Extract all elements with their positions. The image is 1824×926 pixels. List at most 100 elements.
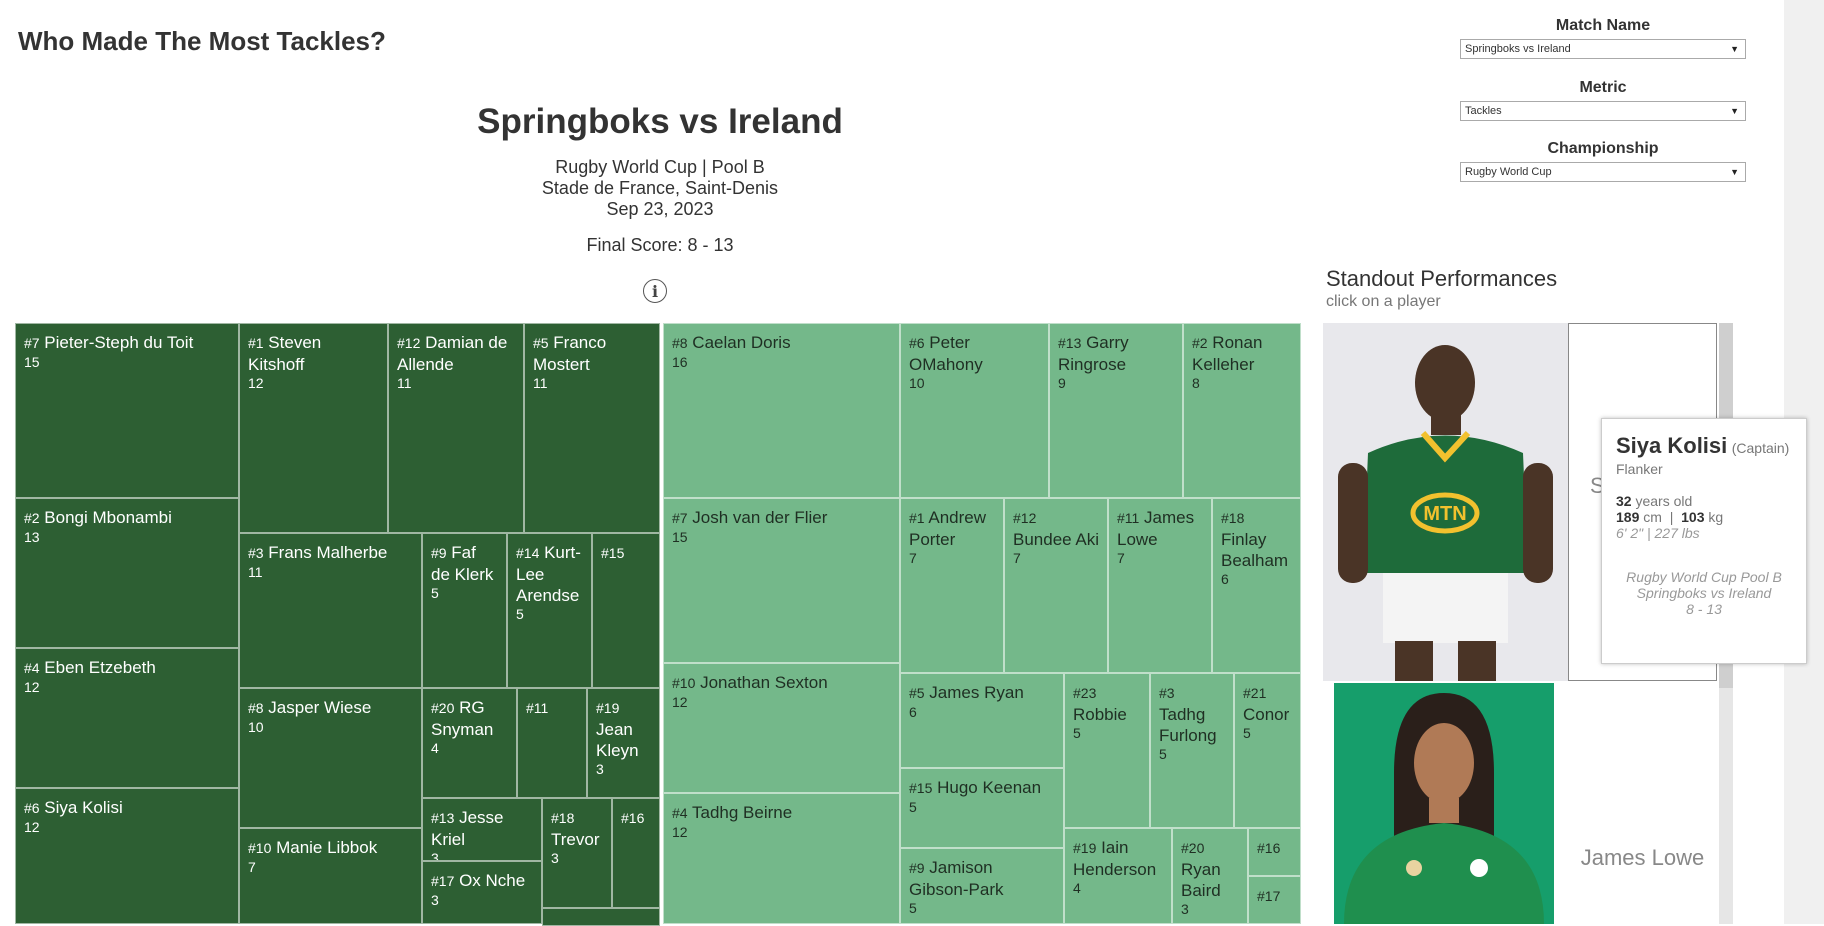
treemap-tile[interactable]: #12 Damian de Allende 11 [388,323,524,533]
player-name-james-lowe[interactable]: James Lowe [1568,845,1717,871]
championship-dropdown[interactable]: Rugby World Cup ▼ [1460,162,1746,182]
tile-value: 3 [431,850,439,861]
tile-jersey-number: #6 [909,335,925,351]
tooltip-weight-unit: kg [1708,509,1724,525]
tooltip-weight: 103 [1681,509,1705,525]
tooltip-imperial: 6' 2" | 227 lbs [1616,525,1700,541]
tile-value: 12 [672,824,688,840]
treemap-tile[interactable]: #16 [1248,828,1301,876]
match-title: Springboks vs Ireland [477,102,843,141]
treemap-tile[interactable]: #3 Tadhg Furlong 5 [1150,673,1234,828]
tooltip-footer-match: Springboks vs Ireland [1636,585,1772,601]
treemap-tile[interactable]: #7 Pieter-Steph du Toit 15 [15,323,239,498]
treemap-tile[interactable]: #15 [592,533,660,688]
tile-value: 15 [24,354,40,370]
player-name-card[interactable] [1568,683,1717,924]
tile-value: 8 [1192,375,1200,391]
tile-value: 3 [431,892,439,908]
treemap-tile[interactable]: #6 Peter OMahony 10 [900,323,1049,498]
tooltip-player-name: Siya Kolisi [1616,433,1728,458]
treemap-tile[interactable]: #2 Bongi Mbonambi 13 [15,498,239,648]
tile-value: 6 [909,704,917,720]
tooltip-footer-competition: Rugby World Cup Pool B [1626,569,1782,585]
venue-text: Stade de France, Saint-Denis [541,178,779,198]
treemap-tile[interactable]: #3 Frans Malherbe 11 [239,533,422,688]
tackles-treemap: #7 Pieter-Steph du Toit 15 #2 Bongi Mbonam… [15,323,1301,926]
tile-jersey-number: #5 [909,685,925,701]
treemap-tile[interactable]: #1 Steven Kitshoff 12 [239,323,388,533]
tile-player-name: Trevor [551,830,600,849]
standout-title: Standout Performances [1326,266,1558,291]
tile-value: 5 [909,799,917,815]
treemap-tile[interactable]: #19 Iain Henderson 4 [1064,828,1172,924]
tile-player-name: Robbie [1073,705,1127,724]
treemap-tile[interactable]: #6 Siya Kolisi 12 [15,788,239,924]
treemap-tile[interactable]: #9 Faf de Klerk 5 [422,533,507,688]
tile-jersey-number: #11 [526,700,549,716]
tile-value: 12 [248,375,264,391]
tile-jersey-number: #1 [909,510,925,526]
treemap-tile[interactable]: #13 Jesse Kriel 3 [422,798,542,861]
treemap-tile[interactable]: #4 Tadhg Beirne 12 [663,793,900,924]
tile-jersey-number: #6 [24,800,40,816]
treemap-tile[interactable]: #2 Ronan Kelleher 8 [1183,323,1301,498]
treemap-tile[interactable]: #17 Ox Nche 3 [422,861,542,924]
treemap-tile[interactable]: #5 James Ryan 6 [900,673,1064,768]
treemap-tile[interactable]: #14 Kurt-Lee Arendse 5 [507,533,592,688]
treemap-tile[interactable]: #10 Jonathan Sexton 12 [663,663,900,793]
tile-player-name: Conor [1243,705,1290,724]
match-name-dropdown[interactable]: Springboks vs Ireland ▼ [1460,39,1746,59]
treemap-tile[interactable]: #20 Ryan Baird 3 [1172,828,1248,924]
tile-jersey-number: #1 [248,335,264,351]
tile-value: 4 [1073,880,1081,896]
tile-player-name: Jasper Wiese [263,698,372,717]
tooltip-age: 32 [1616,493,1632,509]
treemap-tile[interactable]: #17 [1248,876,1301,924]
treemap-tile[interactable]: #15 Hugo Keenan 5 [900,768,1064,848]
treemap-tile[interactable]: #18 Trevor 3 [542,798,612,908]
treemap-tile[interactable]: #9 Jamison Gibson-Park 5 [900,848,1064,924]
tile-value: 5 [1243,725,1251,741]
championship-value: Rugby World Cup [1465,166,1552,178]
player-photo-image: MTN [1323,323,1568,681]
info-icon[interactable]: i [643,279,667,303]
treemap-tile[interactable]: #8 Jasper Wiese 10 [239,688,422,828]
player-photo-james-lowe[interactable] [1334,683,1554,924]
treemap-tile[interactable]: #12 Bundee Aki 7 [1004,498,1108,673]
tile-jersey-number: #23 [1073,685,1097,701]
treemap-tile[interactable]: #16 [612,798,660,908]
metric-label: Metric [1579,79,1627,96]
tile-jersey-number: #10 [248,840,272,856]
tile-jersey-number: #2 [24,510,40,526]
treemap-tile[interactable]: #5 Franco Mostert 11 [524,323,660,533]
player-photo-siya-kolisi[interactable]: MTN [1323,323,1568,681]
tile-value: 5 [909,900,917,916]
tile-value: 3 [596,761,604,777]
treemap-tile[interactable]: #18 Finlay Bealham 6 [1212,498,1301,673]
tile-player-name: Bundee Aki [1013,530,1100,549]
tile-player-name: Caelan Doris [687,333,791,352]
treemap-tile[interactable]: #19 Jean Kleyn 3 [587,688,660,798]
treemap-tile[interactable]: #13 Garry Ringrose 9 [1049,323,1183,498]
tile-jersey-number: #15 [909,780,933,796]
tooltip-height: 189 [1616,509,1640,525]
tile-jersey-number: #15 [601,545,625,561]
treemap-tile[interactable]: #7 Josh van der Flier 15 [663,498,900,663]
treemap-tile[interactable]: #21 Conor 5 [1234,673,1301,828]
tile-value: 6 [1221,571,1229,587]
treemap-tile[interactable]: #10 Manie Libbok 7 [239,828,422,924]
treemap-tile[interactable]: #20 RG Snyman 4 [422,688,517,798]
treemap-tile[interactable]: #11 [517,688,587,798]
chevron-down-icon: ▼ [1730,106,1739,116]
tile-jersey-number: #7 [24,335,40,351]
tooltip-height-unit: cm [1643,509,1662,525]
treemap-tile[interactable]: #4 Eben Etzebeth 12 [15,648,239,788]
metric-dropdown[interactable]: Tackles ▼ [1460,101,1746,121]
treemap-tile[interactable]: #11 James Lowe 7 [1108,498,1212,673]
tile-player-name: Finlay Bealham [1221,530,1289,570]
treemap-tile[interactable]: #1 Andrew Porter 7 [900,498,1004,673]
treemap-tile[interactable]: #8 Caelan Doris 16 [663,323,900,498]
treemap-tile[interactable] [542,908,660,926]
treemap-tile[interactable]: #23 Robbie 5 [1064,673,1150,828]
tile-value: 12 [672,694,688,710]
